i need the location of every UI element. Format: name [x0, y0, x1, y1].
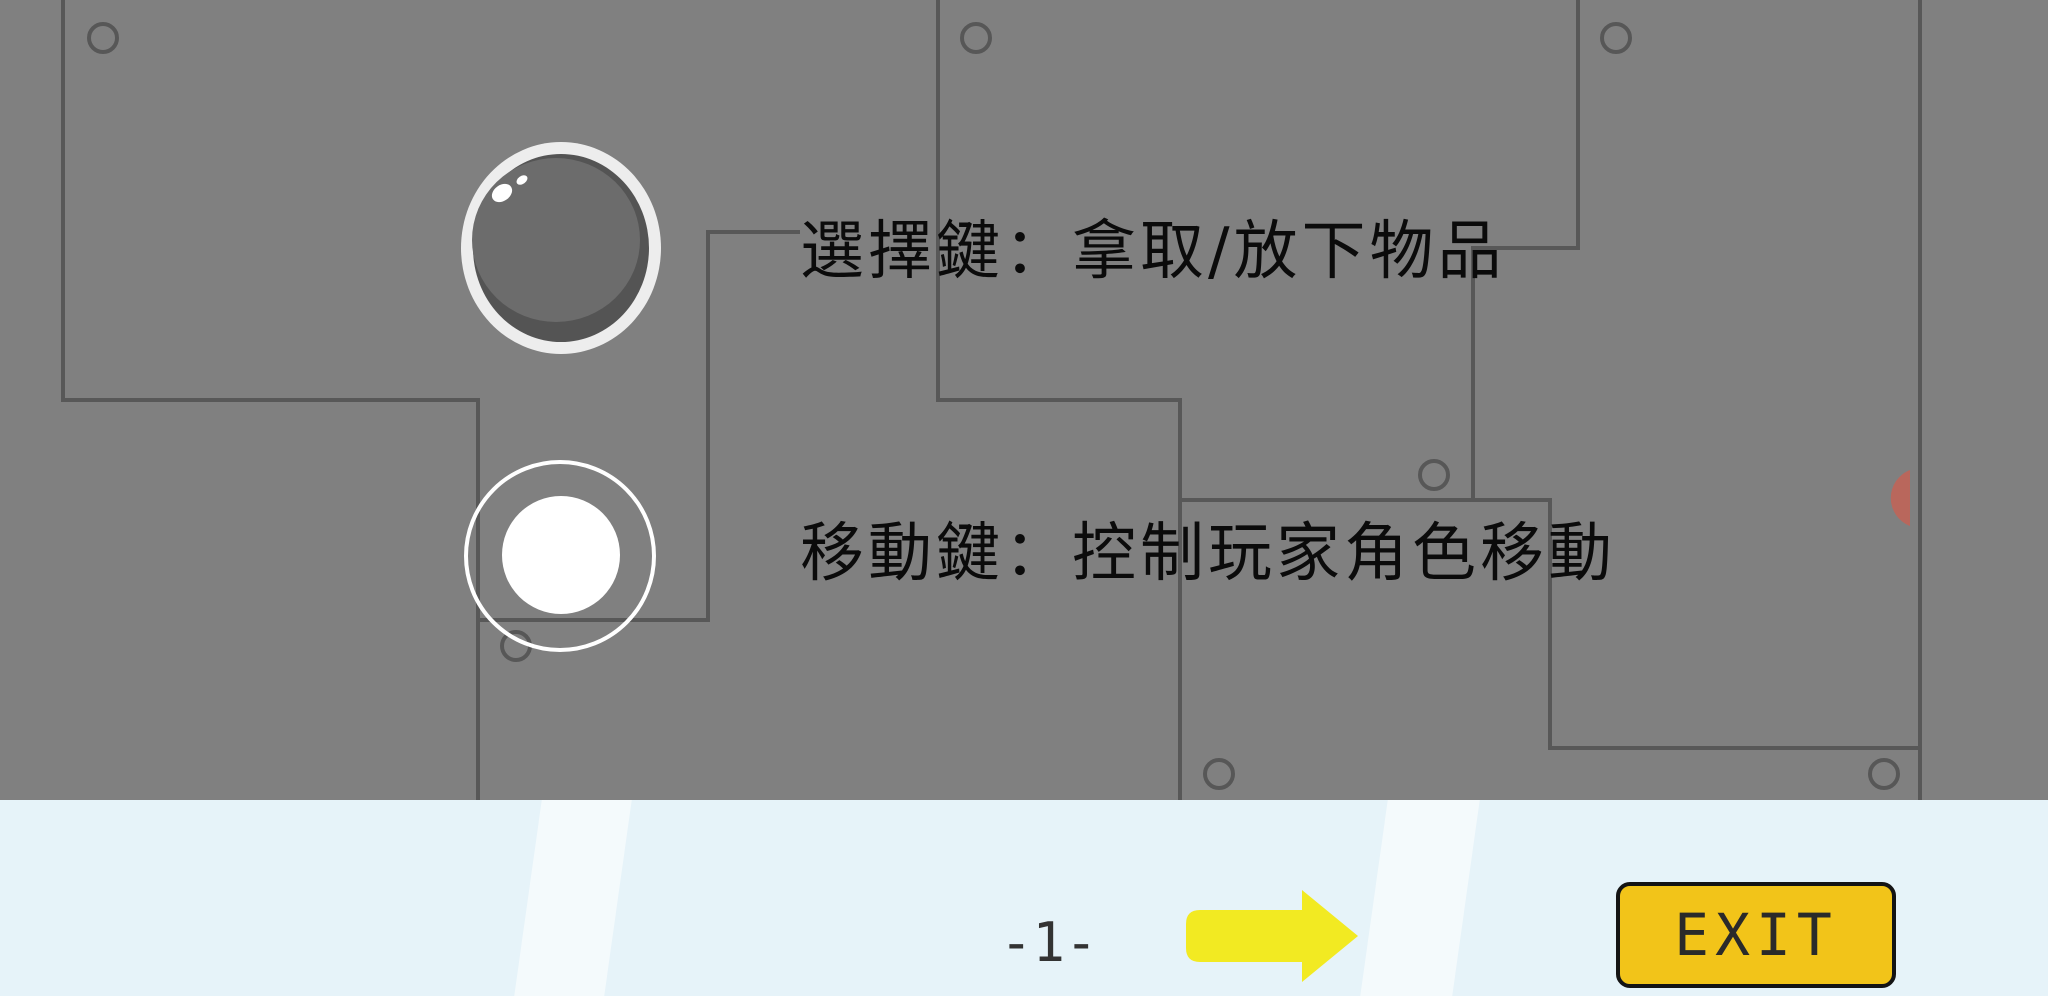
next-page-button[interactable]: [1180, 876, 1370, 996]
footer-stripe: [514, 800, 632, 996]
move-button-instruction: 移動鍵：控制玩家角色移動: [800, 517, 1616, 591]
exit-button-label: EXIT: [1674, 901, 1838, 969]
arrow-right-icon: [1186, 890, 1358, 982]
exit-button[interactable]: EXIT: [1616, 882, 1896, 988]
footer-stripe: [1360, 800, 1480, 996]
game-screen: 選擇鍵：拿取/放下物品 移動鍵：控制玩家角色移動 -1- EXIT: [0, 0, 2048, 996]
select-button-icon: [461, 142, 661, 354]
tutorial-overlay: 選擇鍵：拿取/放下物品 移動鍵：控制玩家角色移動: [0, 0, 2048, 800]
floor-panels: [0, 0, 2048, 800]
page-indicator: -1-: [1000, 911, 1098, 974]
select-button-instruction: 選擇鍵：拿取/放下物品: [800, 215, 1506, 289]
